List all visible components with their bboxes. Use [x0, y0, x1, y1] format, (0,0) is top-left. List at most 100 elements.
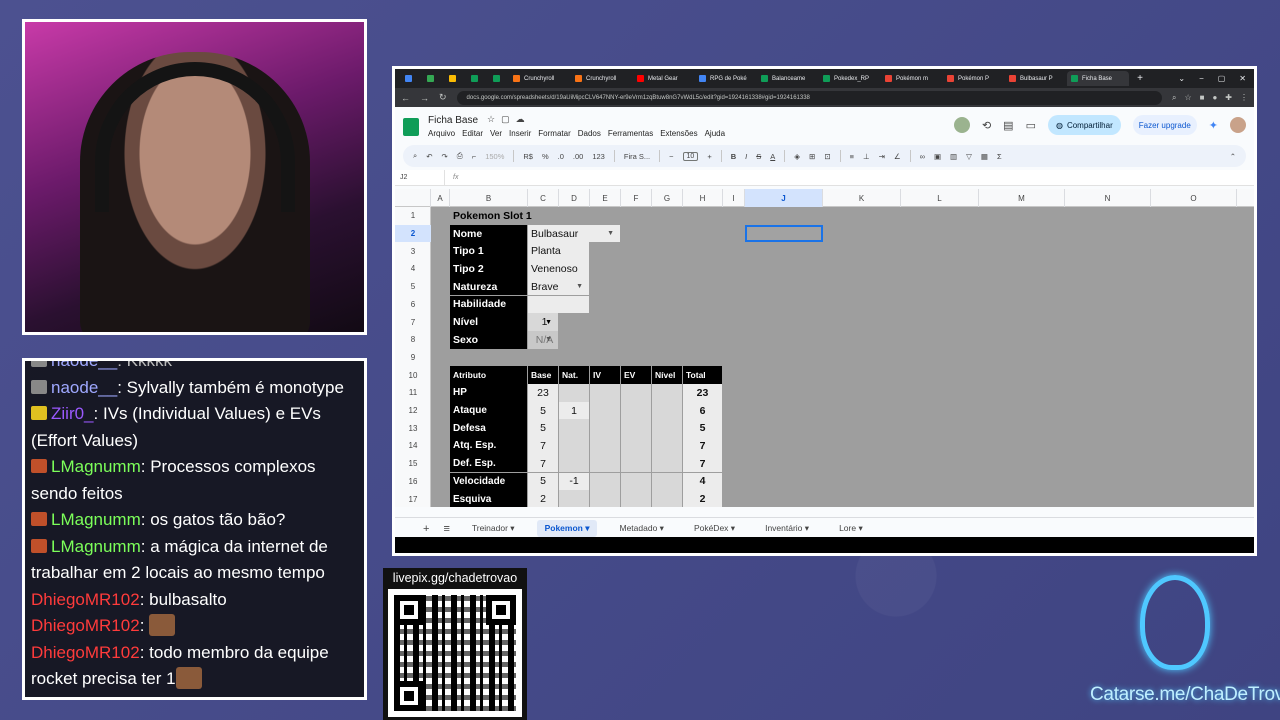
extension-icon[interactable]: ■	[1200, 93, 1205, 103]
stat-attribute[interactable]: Def. Esp.	[450, 454, 527, 473]
menu-item[interactable]: Editar	[462, 129, 483, 138]
extensions-puzzle-icon[interactable]: ✚	[1225, 93, 1232, 103]
dropdown-arrow-icon[interactable]: ▼	[545, 336, 552, 343]
stat-base[interactable]: 5	[528, 401, 558, 420]
row-header-10[interactable]: 10	[395, 366, 431, 384]
tab-pinned[interactable]	[399, 71, 421, 86]
sheet-tab[interactable]: Pokemon ▾	[536, 520, 598, 537]
stat-level[interactable]	[652, 384, 682, 402]
print-icon[interactable]: ⎙	[457, 151, 463, 161]
stat-ev[interactable]	[621, 490, 651, 507]
move-icon[interactable]: ▢	[501, 114, 516, 124]
browser-tab[interactable]: RPG de Poké	[695, 71, 757, 86]
stat-nature[interactable]	[559, 454, 589, 473]
info-label[interactable]: Nível	[450, 313, 527, 331]
selected-cell-j2[interactable]	[745, 224, 823, 243]
user-avatar[interactable]	[1230, 117, 1246, 133]
undo-icon[interactable]: ↶	[426, 152, 432, 161]
tab-pinned[interactable]	[443, 71, 465, 86]
stat-level[interactable]	[652, 401, 682, 420]
stat-level[interactable]	[652, 419, 682, 438]
collapse-toolbar-icon[interactable]: ⌃	[1230, 152, 1236, 161]
chart-icon[interactable]: ▥	[950, 152, 957, 161]
info-label[interactable]: Tipo 1	[450, 242, 527, 261]
stat-total[interactable]: 2	[683, 490, 722, 507]
row-header-7[interactable]: 7	[395, 313, 431, 331]
stat-level[interactable]	[652, 472, 682, 491]
dropdown-arrow-icon[interactable]: ▼	[607, 230, 614, 237]
stat-attribute[interactable]: HP	[450, 384, 527, 402]
column-header-n[interactable]: N	[1065, 189, 1151, 207]
stat-base[interactable]: 23	[528, 384, 558, 402]
strikethrough-icon[interactable]: S	[756, 152, 761, 161]
row-header-14[interactable]: 14	[395, 437, 431, 455]
slot-title[interactable]: Pokemon Slot 1	[450, 207, 589, 225]
tab-pinned[interactable]	[421, 71, 443, 86]
url-input[interactable]: docs.google.com/spreadsheets/d/19aUiMipc…	[456, 90, 1162, 105]
name-box[interactable]: J2	[395, 170, 445, 185]
stat-total[interactable]: 23	[683, 384, 722, 402]
chat-username[interactable]: LMagnumm	[51, 537, 141, 556]
browser-tab[interactable]: Ficha Base	[1067, 71, 1129, 86]
column-header-l[interactable]: L	[901, 189, 979, 207]
sheet-tab[interactable]: Metadado ▾	[611, 520, 671, 537]
sheet-tab[interactable]: Treinador ▾	[464, 520, 523, 537]
tab-search-icon[interactable]: ⌄	[1178, 74, 1185, 83]
stats-header[interactable]: EV	[621, 366, 651, 384]
sheets-logo-icon[interactable]	[403, 118, 419, 136]
stat-total[interactable]: 7	[683, 437, 722, 455]
font-size-increase[interactable]: +	[707, 152, 711, 161]
browser-tab[interactable]: Pokémon P	[943, 71, 1005, 86]
reload-icon[interactable]: ↻	[439, 92, 447, 103]
menu-item[interactable]: Ferramentas	[608, 129, 653, 138]
browser-tab[interactable]: Pokedex_RP	[819, 71, 881, 86]
comment-icon[interactable]: ▣	[934, 152, 941, 161]
share-button[interactable]: ◍ Compartilhar	[1047, 115, 1121, 135]
comments-icon[interactable]: ▤	[1003, 119, 1013, 132]
close-icon[interactable]: ✕	[1239, 74, 1246, 83]
text-color-icon[interactable]: A	[770, 152, 775, 161]
stats-header[interactable]: IV	[590, 366, 620, 384]
stat-base[interactable]: 2	[528, 490, 558, 507]
zoom-icon[interactable]: ⌕	[1172, 93, 1176, 103]
chat-username[interactable]: naode__	[51, 378, 117, 397]
number-format-button[interactable]: 123	[592, 152, 605, 161]
row-header-9[interactable]: 9	[395, 349, 431, 367]
column-header-o[interactable]: O	[1151, 189, 1237, 207]
info-label[interactable]: Habilidade	[450, 295, 527, 314]
menu-item[interactable]: Arquivo	[428, 129, 455, 138]
stat-ev[interactable]	[621, 472, 651, 491]
menu-item[interactable]: Dados	[578, 129, 601, 138]
stat-ev[interactable]	[621, 384, 651, 402]
filter-views-icon[interactable]: ▦	[981, 152, 988, 161]
chat-username[interactable]: LMagnumm	[51, 457, 141, 476]
align-icon[interactable]: ≡	[850, 152, 854, 161]
stat-base[interactable]: 7	[528, 437, 558, 455]
info-value[interactable]: 1 ▼	[528, 313, 558, 331]
chat-username[interactable]: DhiegoMR102	[31, 643, 140, 662]
browser-tab[interactable]: Balanceame	[757, 71, 819, 86]
bookmark-star-icon[interactable]: ☆	[1184, 93, 1191, 103]
meet-icon[interactable]: ▭	[1026, 119, 1036, 132]
dropdown-arrow-icon[interactable]: ▼	[545, 319, 552, 326]
menu-item[interactable]: Ver	[490, 129, 502, 138]
wrap-icon[interactable]: ⇥	[879, 152, 885, 161]
stat-nature[interactable]: -1	[559, 472, 589, 491]
row-header-2[interactable]: 2	[395, 224, 431, 243]
stat-nature[interactable]	[559, 419, 589, 438]
chat-username[interactable]: Ziir0_	[51, 404, 94, 423]
column-header-f[interactable]: F	[621, 189, 652, 207]
gemini-icon[interactable]: ✦	[1209, 119, 1218, 132]
menu-item[interactable]: Extensões	[660, 129, 697, 138]
history-icon[interactable]: ⟲	[982, 119, 991, 132]
column-header-j[interactable]: J	[745, 189, 823, 207]
stat-base[interactable]: 5	[528, 419, 558, 438]
stat-total[interactable]: 5	[683, 419, 722, 438]
stat-total[interactable]: 6	[683, 401, 722, 420]
column-header-d[interactable]: D	[559, 189, 590, 207]
forward-icon[interactable]: →	[420, 93, 429, 103]
info-value[interactable]: Planta	[528, 242, 589, 261]
stat-level[interactable]	[652, 490, 682, 507]
sheet-tab[interactable]: PokéDex ▾	[686, 520, 743, 537]
chat-username[interactable]: LMagnumm	[51, 510, 141, 529]
